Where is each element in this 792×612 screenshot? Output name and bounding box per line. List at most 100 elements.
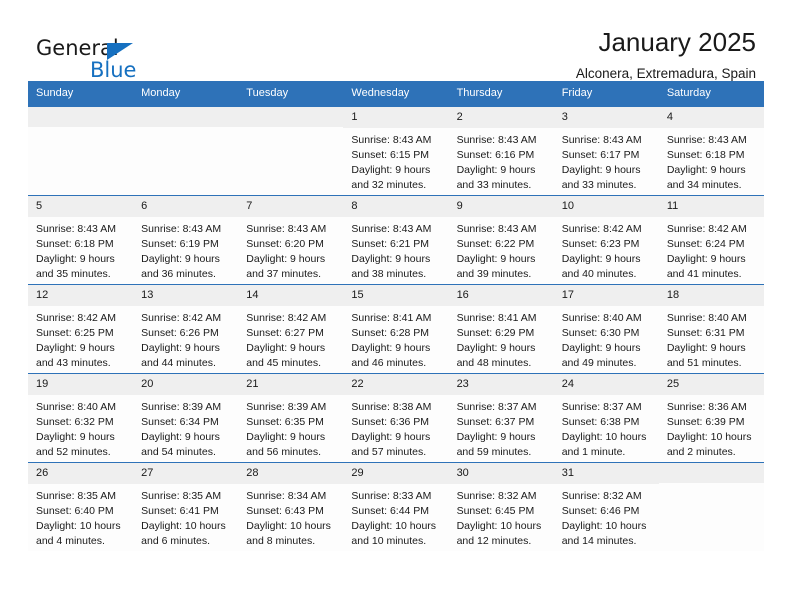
daylight-text-line2: and 49 minutes. [561, 356, 637, 369]
day-cell[interactable]: 30 Sunrise: 8:32 AM Sunset: 6:45 PM Dayl… [448, 463, 554, 552]
day-cell[interactable]: 6 Sunrise: 8:43 AM Sunset: 6:19 PM Dayli… [133, 196, 239, 285]
day-cell[interactable]: 19 Sunrise: 8:40 AM Sunset: 6:32 PM Dayl… [28, 374, 134, 463]
day-number: 14 [238, 285, 344, 306]
day-cell[interactable]: 20 Sunrise: 8:39 AM Sunset: 6:34 PM Dayl… [133, 374, 239, 463]
day-cell[interactable]: 23 Sunrise: 8:37 AM Sunset: 6:37 PM Dayl… [448, 374, 554, 463]
sunrise-text: Sunrise: 8:35 AM [141, 489, 222, 502]
day-number: 8 [343, 196, 449, 217]
day-cell[interactable] [658, 463, 764, 552]
calendar-week-row: 1 Sunrise: 8:43 AM Sunset: 6:15 PM Dayli… [28, 106, 764, 196]
sunrise-text: Sunrise: 8:40 AM [561, 311, 642, 324]
day-cell[interactable]: 2 Sunrise: 8:43 AM Sunset: 6:16 PM Dayli… [448, 107, 554, 196]
day-cell[interactable] [28, 107, 134, 196]
day-cell[interactable]: 24 Sunrise: 8:37 AM Sunset: 6:38 PM Dayl… [553, 374, 659, 463]
sunrise-text: Sunrise: 8:37 AM [561, 400, 642, 413]
daylight-text-line1: Daylight: 9 hours [246, 341, 326, 354]
daylight-text-line2: and 33 minutes. [561, 178, 637, 191]
day-cell[interactable]: 13 Sunrise: 8:42 AM Sunset: 6:26 PM Dayl… [133, 285, 239, 374]
day-cell[interactable]: 8 Sunrise: 8:43 AM Sunset: 6:21 PM Dayli… [343, 196, 449, 285]
day-cell[interactable]: 26 Sunrise: 8:35 AM Sunset: 6:40 PM Dayl… [28, 463, 134, 552]
daylight-text-line1: Daylight: 9 hours [246, 252, 326, 265]
general-blue-logo: General Blue [28, 28, 188, 81]
day-cell[interactable]: 12 Sunrise: 8:42 AM Sunset: 6:25 PM Dayl… [28, 285, 134, 374]
daylight-text-line1: Daylight: 9 hours [456, 163, 536, 176]
day-number: 19 [28, 374, 134, 395]
location-subtitle: Alconera, Extremadura, Spain [575, 65, 756, 81]
day-number: 4 [658, 107, 764, 128]
day-cell[interactable]: 25 Sunrise: 8:36 AM Sunset: 6:39 PM Dayl… [658, 374, 764, 463]
day-cell[interactable]: 10 Sunrise: 8:42 AM Sunset: 6:23 PM Dayl… [553, 196, 659, 285]
sunrise-text: Sunrise: 8:43 AM [666, 133, 747, 146]
daylight-text-line1: Daylight: 10 hours [36, 519, 121, 532]
sunset-text: Sunset: 6:38 PM [561, 415, 640, 428]
calendar-week-row: 26 Sunrise: 8:35 AM Sunset: 6:40 PM Dayl… [28, 462, 764, 552]
daylight-text-line2: and 14 minutes. [561, 534, 637, 547]
daylight-text-line2: and 10 minutes. [351, 534, 427, 547]
day-cell[interactable]: 5 Sunrise: 8:43 AM Sunset: 6:18 PM Dayli… [28, 196, 134, 285]
day-cell[interactable]: 22 Sunrise: 8:38 AM Sunset: 6:36 PM Dayl… [343, 374, 449, 463]
weekday-header-saturday: Saturday [666, 87, 711, 99]
day-number: 24 [553, 374, 659, 395]
day-cell[interactable]: 7 Sunrise: 8:43 AM Sunset: 6:20 PM Dayli… [238, 196, 344, 285]
day-details: Sunrise: 8:42 AM Sunset: 6:27 PM Dayligh… [238, 306, 343, 371]
daylight-text-line2: and 52 minutes. [36, 445, 111, 458]
day-cell[interactable] [238, 107, 344, 196]
day-cell[interactable]: 28 Sunrise: 8:34 AM Sunset: 6:43 PM Dayl… [238, 463, 344, 552]
sunrise-text: Sunrise: 8:39 AM [141, 400, 222, 413]
daylight-text-line1: Daylight: 9 hours [456, 341, 536, 354]
day-number: 6 [133, 196, 239, 217]
day-cell[interactable]: 29 Sunrise: 8:33 AM Sunset: 6:44 PM Dayl… [343, 463, 449, 552]
day-details: Sunrise: 8:43 AM Sunset: 6:21 PM Dayligh… [343, 217, 448, 282]
day-cell[interactable]: 11 Sunrise: 8:42 AM Sunset: 6:24 PM Dayl… [658, 196, 764, 285]
daylight-text-line2: and 32 minutes. [351, 178, 427, 191]
day-number: 26 [28, 463, 134, 484]
sunrise-text: Sunrise: 8:39 AM [246, 400, 327, 413]
sunset-text: Sunset: 6:28 PM [351, 326, 430, 339]
day-details: Sunrise: 8:38 AM Sunset: 6:36 PM Dayligh… [343, 395, 448, 460]
sunset-text: Sunset: 6:17 PM [561, 148, 640, 161]
day-cell[interactable]: 18 Sunrise: 8:40 AM Sunset: 6:31 PM Dayl… [658, 285, 764, 374]
sunrise-text: Sunrise: 8:43 AM [141, 222, 222, 235]
day-cell[interactable]: 15 Sunrise: 8:41 AM Sunset: 6:28 PM Dayl… [343, 285, 449, 374]
calendar-week-row: 12 Sunrise: 8:42 AM Sunset: 6:25 PM Dayl… [28, 284, 764, 374]
day-cell[interactable]: 16 Sunrise: 8:41 AM Sunset: 6:29 PM Dayl… [448, 285, 554, 374]
day-details: Sunrise: 8:34 AM Sunset: 6:43 PM Dayligh… [238, 484, 343, 549]
day-cell[interactable] [133, 107, 239, 196]
day-number [28, 107, 134, 128]
daylight-text-line2: and 37 minutes. [246, 267, 321, 280]
sunset-text: Sunset: 6:32 PM [36, 415, 114, 428]
day-cell[interactable]: 17 Sunrise: 8:40 AM Sunset: 6:30 PM Dayl… [553, 285, 659, 374]
day-number: 20 [133, 374, 239, 395]
sunset-text: Sunset: 6:46 PM [561, 504, 640, 517]
sunrise-text: Sunrise: 8:43 AM [246, 222, 327, 235]
day-cell[interactable]: 9 Sunrise: 8:43 AM Sunset: 6:22 PM Dayli… [448, 196, 554, 285]
day-cell[interactable]: 31 Sunrise: 8:32 AM Sunset: 6:46 PM Dayl… [553, 463, 659, 552]
day-cell[interactable]: 27 Sunrise: 8:35 AM Sunset: 6:41 PM Dayl… [133, 463, 239, 552]
daylight-text-line2: and 36 minutes. [141, 267, 216, 280]
sunrise-text: Sunrise: 8:38 AM [351, 400, 432, 413]
day-cell[interactable]: 3 Sunrise: 8:43 AM Sunset: 6:17 PM Dayli… [553, 107, 659, 196]
sunset-text: Sunset: 6:21 PM [351, 237, 430, 250]
sunset-text: Sunset: 6:29 PM [456, 326, 535, 339]
day-details: Sunrise: 8:42 AM Sunset: 6:23 PM Dayligh… [554, 217, 659, 282]
sunset-text: Sunset: 6:18 PM [666, 148, 745, 161]
day-details: Sunrise: 8:33 AM Sunset: 6:44 PM Dayligh… [343, 484, 448, 549]
day-number: 28 [238, 463, 344, 484]
day-cell[interactable]: 4 Sunrise: 8:43 AM Sunset: 6:18 PM Dayli… [658, 107, 764, 196]
weekday-header-tuesday: Tuesday [246, 87, 289, 99]
day-details: Sunrise: 8:35 AM Sunset: 6:40 PM Dayligh… [28, 484, 133, 549]
day-number [133, 107, 239, 128]
day-number: 23 [448, 374, 554, 395]
day-details [238, 127, 343, 132]
page-header: General Blue January 2025 Alconera, Extr… [28, 0, 764, 81]
sunrise-text: Sunrise: 8:42 AM [36, 311, 116, 324]
day-number: 25 [658, 374, 764, 395]
day-cell[interactable]: 1 Sunrise: 8:43 AM Sunset: 6:15 PM Dayli… [343, 107, 449, 196]
sunset-text: Sunset: 6:45 PM [456, 504, 535, 517]
day-cell[interactable]: 21 Sunrise: 8:39 AM Sunset: 6:35 PM Dayl… [238, 374, 344, 463]
sunset-text: Sunset: 6:27 PM [246, 326, 324, 339]
sunset-text: Sunset: 6:43 PM [246, 504, 324, 517]
day-cell[interactable]: 14 Sunrise: 8:42 AM Sunset: 6:27 PM Dayl… [238, 285, 344, 374]
sunrise-text: Sunrise: 8:40 AM [666, 311, 747, 324]
day-number: 21 [238, 374, 344, 395]
